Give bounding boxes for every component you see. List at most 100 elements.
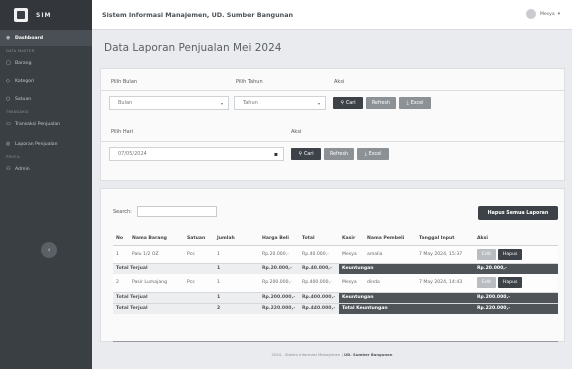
- cell-jumlah: 1: [214, 245, 259, 263]
- excel-label: Excel: [410, 100, 424, 106]
- topbar: Sistem Informasi Manajemen, UD. Sumber B…: [92, 0, 572, 30]
- cari-button[interactable]: ⚲ Cari: [333, 97, 363, 109]
- excel-button[interactable]: ⤓ Excel: [399, 97, 431, 109]
- divider: [113, 341, 558, 342]
- grand-total-label: Total Terjual: [113, 302, 214, 314]
- hapus-semua-button[interactable]: Hapus Semua Laporan: [478, 206, 558, 220]
- sidebar-section-profil: PROFIL: [6, 154, 21, 159]
- column-header: Satuan: [184, 233, 214, 246]
- bulan-select[interactable]: Bulan ▾: [109, 96, 229, 110]
- cari-button[interactable]: ⚲ Cari: [291, 148, 321, 160]
- report-icon: ◎: [6, 141, 11, 147]
- refresh-button[interactable]: Refresh: [324, 148, 354, 160]
- excel-label: Excel: [368, 151, 382, 157]
- report-table-card: Search: Hapus Semua Laporan No Nama Bara…: [100, 188, 565, 342]
- box-icon: ▢: [6, 60, 11, 66]
- bulan-select-value: Bulan: [118, 100, 133, 106]
- user-menu[interactable]: Mesya ▾: [525, 9, 560, 19]
- cell-aksi: Edit Hapus: [474, 245, 558, 263]
- tahun-select[interactable]: Tahun ▾: [234, 96, 326, 110]
- cell-kasir: Mesya: [339, 274, 364, 292]
- cell-harga-beli: Rp.20.000,-: [259, 245, 299, 263]
- grand-total-jumlah: 2: [214, 302, 259, 314]
- sidebar: SIM ◉ Dashboard DATA MASTER ▢ Barang ◇ K…: [0, 0, 92, 369]
- keuntungan-value: Rp.20.000,-: [474, 262, 558, 274]
- column-header: Nama Barang: [129, 233, 184, 246]
- sidebar-item-transaksi-penjualan[interactable]: ▭ Transaksi Penjualan: [0, 116, 92, 132]
- user-icon: ⚇: [6, 166, 11, 172]
- footer-text: 2024 - Sistem Informasi Manajemen |: [271, 352, 343, 357]
- summary-harga: Rp.20.000,-: [259, 262, 299, 274]
- column-header: Total: [299, 233, 339, 246]
- date-input-value: 07/05/2024: [118, 151, 147, 157]
- search-label: Search:: [113, 209, 132, 215]
- refresh-label: Refresh: [329, 151, 349, 157]
- summary-harga: Rp.200.000,-: [259, 291, 299, 303]
- cell-satuan: Pcs: [184, 274, 214, 292]
- label-pilih-hari: Pilih Hari: [111, 129, 134, 135]
- date-input[interactable]: 07/05/2024 ▪: [109, 147, 284, 161]
- unit-icon: ○: [6, 96, 11, 102]
- sidebar-item-laporan-penjualan[interactable]: ◎ Laporan Penjualan: [0, 136, 92, 152]
- chevron-down-icon: ▾: [557, 11, 560, 17]
- table-header-row: No Nama Barang Satuan Jumlah Harga Beli …: [113, 233, 558, 246]
- summary-jumlah: 1: [214, 262, 259, 274]
- sidebar-item-satuan[interactable]: ○ Satuan: [0, 91, 92, 107]
- total-keuntungan-label: Total Keuntungan: [339, 302, 474, 314]
- cell-total: Rp.40.000,-: [299, 245, 339, 263]
- tahun-select-value: Tahun: [243, 100, 258, 106]
- summary-total: Rp.40.000,-: [299, 262, 339, 274]
- cell-total: Rp.400.000,-: [299, 274, 339, 292]
- cell-tanggal-input: 7 May 2024, 15:37: [416, 245, 474, 263]
- sidebar-section-data-master: DATA MASTER: [6, 48, 35, 53]
- hapus-button[interactable]: Hapus: [497, 248, 523, 260]
- app-title: Sistem Informasi Manajemen, UD. Sumber B…: [102, 10, 294, 19]
- cell-nama-barang: Palu 1/2 OZ: [129, 245, 184, 263]
- edit-button[interactable]: Edit: [477, 277, 496, 289]
- summary-row: Total Terjual 1 Rp.20.000,- Rp.40.000,- …: [113, 262, 558, 274]
- tag-icon: ◇: [6, 78, 10, 84]
- hapus-button[interactable]: Hapus: [497, 277, 523, 289]
- summary-label: Total Terjual: [113, 262, 214, 274]
- sidebar-item-label: Kategori: [15, 78, 35, 84]
- cart-icon: ▭: [6, 121, 11, 127]
- sidebar-item-label: Laporan Penjualan: [15, 141, 58, 147]
- divider: [101, 141, 564, 142]
- column-header: Kasir: [339, 233, 364, 246]
- calendar-icon[interactable]: ▪: [274, 151, 278, 158]
- keuntungan-label: Keuntungan: [339, 291, 474, 303]
- label-pilih-bulan: Pilih Bulan: [111, 79, 138, 85]
- footer-brand: UD. Sumber Bangunan: [344, 352, 393, 357]
- sidebar-item-label: Barang: [15, 60, 32, 66]
- sidebar-item-barang[interactable]: ▢ Barang: [0, 55, 92, 71]
- sidebar-item-kategori[interactable]: ◇ Kategori: [0, 73, 92, 89]
- logo-icon: [14, 8, 28, 22]
- excel-button[interactable]: ⤓ Excel: [357, 148, 389, 160]
- sidebar-toggle-button[interactable]: ‹: [41, 242, 57, 258]
- total-keuntungan-value: Rp.220.000,-: [474, 302, 558, 314]
- cell-aksi: Edit Hapus: [474, 274, 558, 292]
- cell-tanggal-input: 7 May 2024, 14:43: [416, 274, 474, 292]
- search-icon: ⚲: [298, 151, 302, 157]
- sidebar-item-label: Dashboard: [15, 35, 44, 41]
- cell-no: 2: [113, 274, 129, 292]
- refresh-button[interactable]: Refresh: [366, 97, 396, 109]
- brand[interactable]: SIM: [0, 0, 92, 30]
- sidebar-item-label: Satuan: [15, 96, 32, 102]
- sidebar-item-admin[interactable]: ⚇ Admin: [0, 161, 92, 177]
- download-icon: ⤓: [364, 152, 367, 157]
- search-icon: ⚲: [340, 100, 344, 106]
- grand-total-total: Rp.440.000,-: [299, 302, 339, 314]
- user-name: Mesya: [539, 11, 555, 17]
- cell-harga-beli: Rp.200.000,-: [259, 274, 299, 292]
- grand-total-row: Total Terjual 2 Rp.220.000,- Rp.440.000,…: [113, 302, 558, 314]
- chevron-down-icon: ▾: [317, 100, 320, 106]
- sidebar-item-label: Admin: [15, 166, 30, 172]
- keuntungan-value: Rp.200.000,-: [474, 291, 558, 303]
- edit-button[interactable]: Edit: [477, 248, 496, 260]
- keuntungan-label: Keuntungan: [339, 262, 474, 274]
- filter-card: Pilih Bulan Pilih Tahun Aksi Bulan ▾ Tah…: [100, 68, 565, 181]
- search-input[interactable]: [137, 206, 217, 217]
- sidebar-item-dashboard[interactable]: ◉ Dashboard: [0, 30, 92, 46]
- sidebar-item-label: Transaksi Penjualan: [15, 121, 61, 127]
